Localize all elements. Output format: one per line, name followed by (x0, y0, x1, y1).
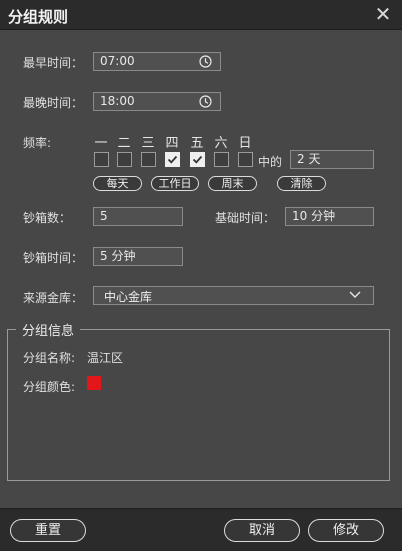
reset-button[interactable]: 重置 (10, 519, 86, 542)
weekday-checkbox-thu[interactable] (165, 152, 180, 167)
weekday-label-thu: 四 (165, 136, 179, 151)
modify-button[interactable]: 修改 (308, 519, 384, 542)
checkmark-icon (192, 155, 203, 164)
weekday-checkbox-sat[interactable] (214, 152, 229, 167)
latest-time-label: 最晚时间： (23, 96, 84, 110)
weekday-checkbox-tue[interactable] (117, 152, 132, 167)
weekday-label-tue: 二 (117, 136, 131, 151)
weekday-label-fri: 五 (190, 136, 204, 151)
weekday-label-sat: 六 (214, 136, 228, 151)
group-name-label: 分组名称: (23, 351, 76, 365)
group-name-value: 温江区 (87, 351, 124, 365)
source-vault-value: 中心金库 (104, 290, 153, 304)
earliest-time-value: 07:00 (100, 54, 135, 68)
weekday-checkbox-fri[interactable] (190, 152, 205, 167)
days-count-input[interactable]: 2 天 (290, 150, 374, 169)
weekend-button[interactable]: 周末 (208, 176, 257, 191)
cashbox-count-input[interactable]: 5 (93, 207, 183, 226)
latest-time-value: 18:00 (100, 94, 135, 108)
base-time-label: 基础时间： (215, 211, 276, 225)
group-info-legend: 分组信息 (16, 320, 81, 339)
latest-time-input[interactable]: 18:00 (93, 92, 221, 111)
clock-icon[interactable] (199, 55, 212, 68)
of-label: 中的 (258, 155, 283, 169)
dialog-footer: 重置 取消 修改 (0, 508, 402, 551)
weekday-checkbox-sun[interactable] (238, 152, 253, 167)
weekday-label-wed: 三 (141, 136, 155, 151)
clock-icon[interactable] (199, 95, 212, 108)
chevron-down-icon (349, 291, 361, 298)
earliest-time-input[interactable]: 07:00 (93, 52, 221, 71)
cashbox-time-label: 钞箱时间： (23, 251, 84, 265)
source-vault-label: 来源金库： (23, 291, 84, 305)
dialog-titlebar: 分组规则 ✕ (0, 0, 402, 30)
group-color-label: 分组颜色: (23, 380, 76, 394)
workday-button[interactable]: 工作日 (151, 176, 199, 191)
dialog-title: 分组规则 (8, 8, 69, 26)
weekday-label-sun: 日 (238, 136, 252, 151)
group-color-swatch[interactable] (87, 376, 101, 390)
weekday-checkbox-mon[interactable] (94, 152, 109, 167)
weekday-label-mon: 一 (94, 136, 108, 151)
cancel-button[interactable]: 取消 (224, 519, 300, 542)
base-time-input[interactable]: 10 分钟 (285, 207, 374, 226)
earliest-time-label: 最早时间： (23, 56, 84, 70)
cashbox-count-label: 钞箱数： (23, 211, 72, 225)
frequency-label: 频率: (23, 136, 52, 150)
source-vault-select[interactable]: 中心金库 (93, 286, 374, 305)
every-day-button[interactable]: 每天 (93, 176, 142, 191)
checkmark-icon (167, 155, 178, 164)
weekday-checkbox-wed[interactable] (141, 152, 156, 167)
close-icon[interactable]: ✕ (372, 3, 394, 25)
clear-button[interactable]: 清除 (277, 176, 326, 191)
cashbox-time-input[interactable]: 5 分钟 (93, 247, 183, 266)
